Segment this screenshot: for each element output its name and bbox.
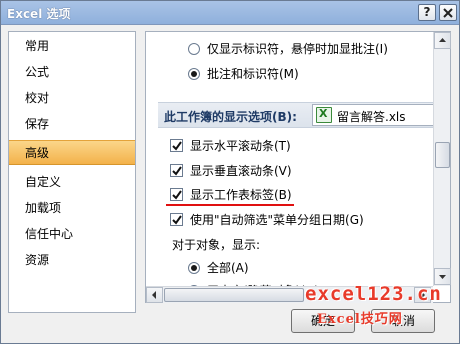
- dialog-title: Excel 选项: [7, 7, 71, 21]
- radio-label-comments-indicators: 批注和标识符(M): [207, 67, 299, 81]
- excel-file-icon: X: [316, 107, 332, 123]
- nav-item-resources[interactable]: 资源: [9, 248, 135, 273]
- radio-label-objects-all: 全部(A): [207, 261, 249, 275]
- workbook-select[interactable]: X 留言解答.xls: [312, 104, 450, 126]
- nav-item-save[interactable]: 保存: [9, 112, 135, 137]
- radio-row-comments-indicators[interactable]: 批注和标识符(M): [188, 64, 448, 84]
- title-bar: Excel 选项 ?: [1, 1, 459, 25]
- nav-item-advanced[interactable]: 高级: [9, 140, 135, 165]
- checkbox-row-vscroll[interactable]: 显示垂直滚动条(V): [170, 161, 440, 181]
- check-mark-icon: [172, 215, 182, 225]
- radio-indicators-only[interactable]: [188, 43, 200, 55]
- scroll-left-button[interactable]: [146, 287, 163, 303]
- vertical-scroll-thumb[interactable]: [435, 142, 450, 168]
- radio-row-objects-all[interactable]: 全部(A): [188, 258, 388, 278]
- radio-comments-indicators[interactable]: [188, 68, 200, 80]
- close-icon: [443, 8, 453, 18]
- workbook-name: 留言解答.xls: [337, 110, 406, 124]
- checkbox-row-sheet-tabs[interactable]: 显示工作表标签(B): [170, 185, 440, 205]
- scroll-up-button[interactable]: [434, 32, 451, 49]
- excel-options-dialog: Excel 选项 ? 常用 公式 校对 保存 高级 自定义 加载项 信任中心 资…: [0, 0, 460, 344]
- vertical-scrollbar[interactable]: [433, 32, 451, 286]
- checkbox-hscroll[interactable]: [170, 139, 183, 152]
- nav-item-trust-center[interactable]: 信任中心: [9, 222, 135, 247]
- horizontal-scroll-thumb[interactable]: [164, 288, 304, 302]
- arrow-up-icon: [439, 38, 446, 42]
- nav-item-proofing[interactable]: 校对: [9, 86, 135, 111]
- watermark-site: excel123.cn: [305, 283, 442, 305]
- checkbox-vscroll[interactable]: [170, 164, 183, 177]
- radio-objects-all[interactable]: [188, 262, 200, 274]
- checkbox-sheet-tabs[interactable]: [170, 188, 183, 201]
- radio-row-indicators-only[interactable]: 仅显示标识符，悬停时加显批注(I): [188, 39, 448, 59]
- help-button[interactable]: ?: [418, 4, 436, 21]
- arrow-down-icon: [439, 275, 446, 279]
- checkbox-label-vscroll: 显示垂直滚动条(V): [190, 164, 292, 178]
- checkbox-row-autofilter-dates[interactable]: 使用"自动筛选"菜单分组日期(G): [170, 210, 450, 230]
- check-mark-icon: [172, 190, 182, 200]
- objects-heading: 对于对象，显示:: [172, 238, 261, 252]
- checkbox-label-autofilter-dates: 使用"自动筛选"菜单分组日期(G): [190, 213, 364, 227]
- workbook-display-section-header: 此工作簿的显示选项(B): X 留言解答.xls: [158, 102, 450, 128]
- check-mark-icon: [172, 141, 182, 151]
- nav-item-common[interactable]: 常用: [9, 34, 135, 59]
- arrow-left-icon: [152, 291, 156, 299]
- advanced-options-pane: 仅显示标识符，悬停时加显批注(I) 批注和标识符(M) 此工作簿的显示选项(B)…: [145, 31, 451, 303]
- nav-item-addins[interactable]: 加载项: [9, 196, 135, 221]
- checkbox-label-hscroll: 显示水平滚动条(T): [190, 139, 291, 153]
- nav-item-customize[interactable]: 自定义: [9, 170, 135, 195]
- annotation-underline: [166, 204, 294, 206]
- checkbox-autofilter-dates[interactable]: [170, 213, 183, 226]
- checkbox-row-hscroll[interactable]: 显示水平滚动条(T): [170, 136, 440, 156]
- section-title: 此工作簿的显示选项(B):: [164, 110, 297, 124]
- checkbox-label-sheet-tabs: 显示工作表标签(B): [190, 188, 292, 202]
- close-button[interactable]: [439, 4, 457, 21]
- watermark-brand: Excel技巧网: [317, 312, 403, 327]
- category-nav: 常用 公式 校对 保存 高级 自定义 加载项 信任中心 资源: [8, 31, 136, 313]
- nav-item-formulas[interactable]: 公式: [9, 60, 135, 85]
- check-mark-icon: [172, 166, 182, 176]
- radio-label-indicators-only: 仅显示标识符，悬停时加显批注(I): [207, 42, 388, 56]
